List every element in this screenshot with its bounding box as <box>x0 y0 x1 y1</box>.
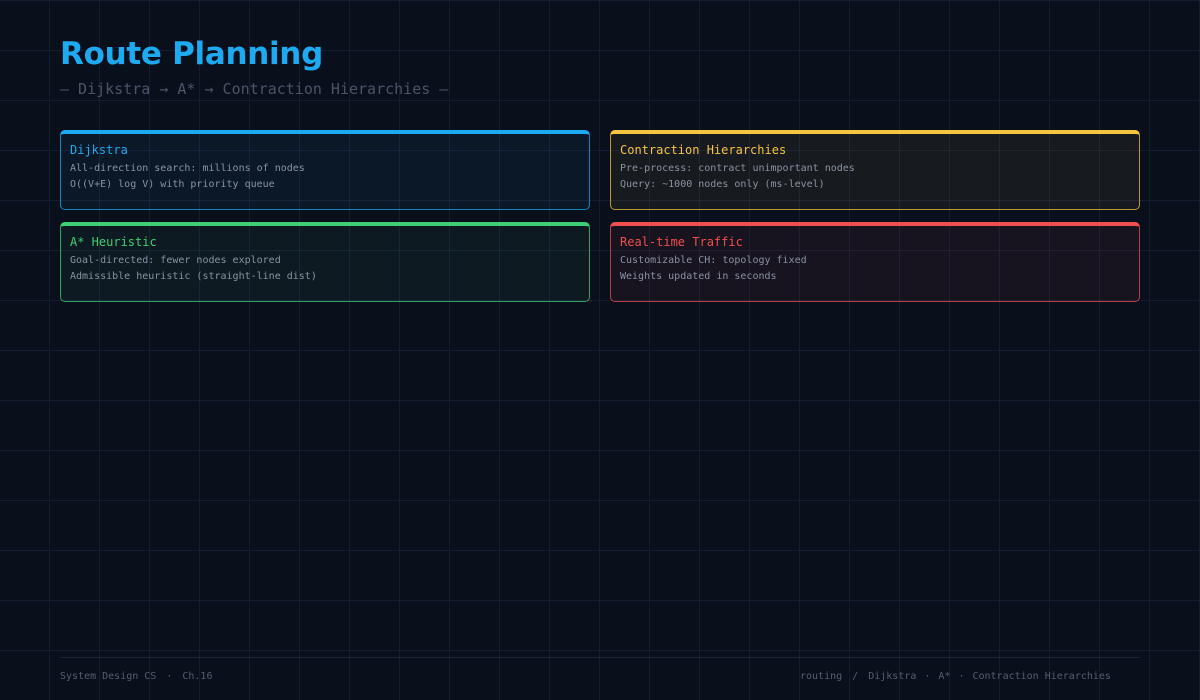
card-line: Weights updated in seconds <box>620 271 777 282</box>
card-title: Real-time Traffic <box>620 235 743 249</box>
card-line: Customizable CH: topology fixed <box>620 255 807 266</box>
card-line: O((V+E) log V) with priority queue <box>70 179 275 190</box>
footer-separator: · <box>166 671 173 682</box>
card-line: Query: ~1000 nodes only (ms-level) <box>620 179 825 190</box>
card-title: A* Heuristic <box>70 235 157 249</box>
card-line: Pre-process: contract unimportant nodes <box>620 163 855 174</box>
card-title: Dijkstra <box>70 143 128 157</box>
footer-slash: / <box>852 671 859 682</box>
footer-right: routing / Dijkstra · A* · Contraction Hierarch… <box>800 671 1111 682</box>
card-title: Contraction Hierarchies <box>620 143 787 157</box>
card-contraction-hierarchies: Contraction Hierarchies Pre-process: con… <box>610 130 1140 210</box>
card-line: Admissible heuristic (straight-line dist… <box>70 271 317 282</box>
card-dijkstra: Dijkstra All-direction search: millions … <box>60 130 590 210</box>
footer-topic: routing <box>800 671 843 682</box>
page-title: Route Planning <box>60 36 323 72</box>
footer-chapter: Ch.16 <box>182 671 213 682</box>
footer-separator: · <box>924 671 931 682</box>
card-a-star-heuristic: A* Heuristic Goal-directed: fewer nodes … <box>60 222 590 302</box>
footer-breadcrumb-2: A* <box>938 671 951 682</box>
footer-separator: · <box>958 671 965 682</box>
card-line: All-direction search: millions of nodes <box>70 163 305 174</box>
footer-breadcrumb-3: Contraction Hierarchies <box>972 671 1111 682</box>
card-real-time-traffic: Real-time Traffic Customizable CH: topol… <box>610 222 1140 302</box>
card-line: Goal-directed: fewer nodes explored <box>70 255 281 266</box>
footer-series: System Design CS <box>60 671 157 682</box>
footer-divider <box>60 657 1140 658</box>
page-subtitle: — Dijkstra → A* → Contraction Hierarchie… <box>60 80 449 98</box>
footer-breadcrumb-1: Dijkstra <box>868 671 917 682</box>
footer-left: System Design CS · Ch.16 <box>60 671 212 682</box>
